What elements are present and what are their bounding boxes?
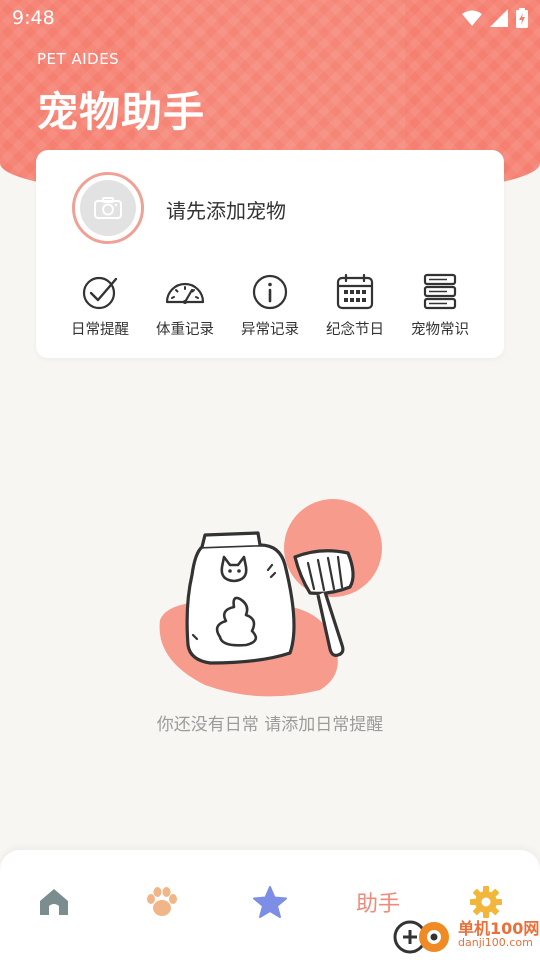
feature-row: 日常提醒 体重记录 异常记录 纪念节日 宠物常识	[58, 272, 482, 339]
home-icon	[40, 889, 68, 915]
pet-card: 请先添加宠物 日常提醒 体重记录 异常记录 纪念节日 宠物常识	[36, 150, 504, 358]
server-stack-icon	[423, 273, 457, 310]
tab-home[interactable]	[24, 880, 84, 924]
paw-icon	[147, 887, 177, 916]
add-pet-prompt[interactable]: 请先添加宠物	[166, 195, 286, 224]
tab-star[interactable]	[240, 880, 300, 924]
empty-illustration	[159, 499, 382, 697]
add-pet-avatar-button[interactable]	[72, 172, 144, 244]
battery-icon	[516, 8, 528, 28]
feature-label: 异常记录	[241, 322, 299, 338]
feature-abnormal-record[interactable]: 异常记录	[228, 272, 312, 339]
watermark-text: 单机100网 danji100.com	[458, 921, 539, 949]
signal-icon	[490, 9, 508, 27]
feature-label: 宠物常识	[411, 322, 469, 338]
star-icon	[253, 886, 287, 918]
tab-paw[interactable]	[132, 880, 192, 924]
status-bar: 9:48	[0, 0, 540, 36]
calendar-icon	[336, 273, 374, 310]
watermark-line1: 单机100网	[458, 919, 540, 938]
header-subtitle: PET AIDES	[37, 50, 120, 68]
info-icon	[252, 274, 288, 310]
camera-icon	[94, 197, 122, 219]
status-time: 9:48	[12, 7, 55, 29]
empty-state-text: 你还没有日常 请添加日常提醒	[156, 715, 384, 735]
status-icons	[462, 8, 528, 28]
tab-assistant-label: 助手	[355, 892, 400, 917]
avatar-placeholder	[80, 180, 136, 236]
check-circle-icon	[82, 276, 118, 310]
gear-icon	[470, 886, 502, 918]
watermark-logo-icon	[393, 920, 449, 954]
feature-label: 体重记录	[156, 322, 214, 338]
gauge-icon	[165, 282, 205, 304]
feature-pet-knowledge[interactable]: 宠物常识	[398, 272, 482, 339]
feature-label: 日常提醒	[71, 322, 129, 338]
feature-daily-reminder[interactable]: 日常提醒	[58, 272, 142, 339]
feature-weight-record[interactable]: 体重记录	[143, 272, 227, 339]
feature-label: 纪念节日	[326, 322, 384, 338]
watermark-line2: danji100.com	[458, 936, 533, 949]
page-title: 宠物助手	[37, 88, 205, 136]
watermark: 单机100网 danji100.com	[390, 915, 539, 955]
feature-anniversary[interactable]: 纪念节日	[313, 272, 397, 339]
wifi-icon	[462, 10, 482, 26]
